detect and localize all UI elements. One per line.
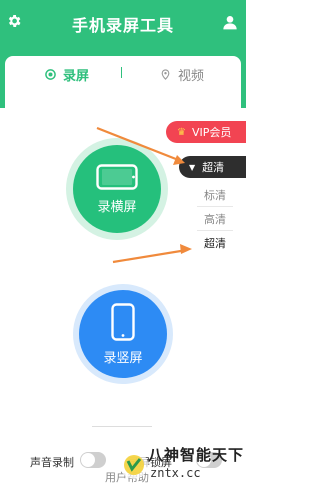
record-landscape-label: 录横屏 — [97, 199, 137, 215]
quality-selected: 超清 — [202, 161, 225, 174]
quality-option-uhd[interactable]: 超清 — [197, 231, 233, 254]
page-title: 手机录屏工具 — [71, 16, 174, 35]
tab-video[interactable]: 视频 — [160, 64, 204, 84]
quality-option-hd[interactable]: 高清 — [197, 207, 233, 231]
phone-landscape-icon — [96, 163, 138, 190]
tab-record-label: 录屏 — [63, 68, 90, 84]
quality-dropdown[interactable]: ▼ 超清 — [179, 156, 246, 178]
record-dot-icon — [45, 68, 56, 80]
quality-option-sd[interactable]: 标清 — [197, 183, 233, 207]
user-icon[interactable] — [222, 14, 238, 30]
quality-options: 标清 高清 超清 — [197, 183, 233, 254]
record-portrait-button[interactable]: 录竖屏 — [79, 290, 167, 378]
tab-divider — [121, 67, 122, 78]
help-underline — [92, 426, 152, 427]
chevron-down-icon: ▼ — [189, 162, 196, 172]
watermark-title: 八神智能天下 — [148, 446, 245, 464]
record-landscape-button[interactable]: 录横屏 — [73, 145, 161, 233]
toggle-knob — [81, 453, 95, 467]
sound-record-label: 声音录制 — [30, 456, 74, 469]
watermark-url: zntx.cc — [150, 466, 201, 480]
tab-record[interactable]: 录屏 — [45, 64, 89, 84]
vip-button[interactable]: ♛ VIP会员 — [166, 121, 246, 143]
crown-icon: ♛ — [177, 126, 186, 138]
vip-label: VIP会员 — [191, 126, 232, 139]
record-portrait-label: 录竖屏 — [103, 350, 143, 366]
tab-bar: 录屏 视频 — [5, 56, 241, 90]
phone-portrait-icon — [111, 302, 135, 341]
location-pin-icon — [161, 68, 170, 80]
screen: 手机录屏工具 录屏 视频 录横屏 录竖屏 用户帮助 ♛ VIP会员 ▼ 超清 标… — [0, 0, 246, 489]
sound-record-toggle[interactable] — [80, 452, 106, 468]
tab-video-label: 视频 — [178, 68, 205, 84]
